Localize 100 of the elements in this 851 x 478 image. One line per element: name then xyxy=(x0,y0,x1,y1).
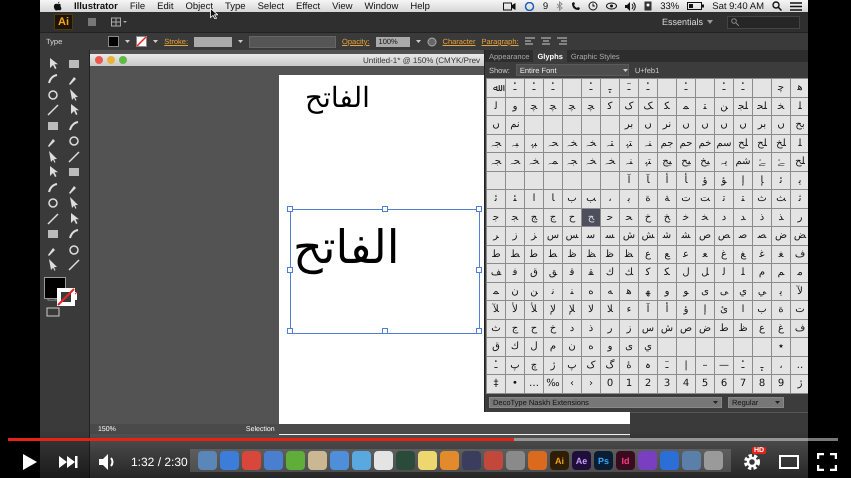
glyph-cell[interactable]: ـٔ xyxy=(734,79,752,96)
app-icon[interactable] xyxy=(308,451,327,470)
line-tool-icon[interactable] xyxy=(46,212,60,226)
glyph-cell[interactable]: ﻠﺦ xyxy=(772,134,790,152)
glyph-cell[interactable] xyxy=(791,338,808,356)
glyph-cell[interactable]: ﺹ xyxy=(696,227,714,244)
glyph-cell[interactable]: ﺺ xyxy=(715,227,733,244)
glyph-cell[interactable]: ﮑ xyxy=(658,98,676,115)
glyph-cell[interactable]: ﺶ xyxy=(639,227,657,244)
glyph-cell[interactable]: د xyxy=(563,320,581,337)
glyph-cell[interactable]: ﻧﺮ xyxy=(658,116,676,134)
glyph-cell[interactable]: ﭼ xyxy=(772,79,790,96)
app-icon[interactable] xyxy=(704,451,723,470)
glyph-cell[interactable]: ؤ xyxy=(677,301,695,318)
glyph-cell[interactable]: ﻟ xyxy=(487,98,505,115)
glyph-cell[interactable]: ﻱ xyxy=(734,282,752,300)
glyph-cell[interactable]: ﺥ xyxy=(639,208,657,226)
glyph-cell[interactable]: ﺚ xyxy=(772,190,790,208)
brush-tool-icon[interactable] xyxy=(46,180,60,195)
glyph-cell[interactable]: ـٔ xyxy=(525,79,543,96)
glyph-cell[interactable]: ـٔ xyxy=(639,79,657,96)
glyph-cell[interactable]: ﺨ xyxy=(696,208,714,226)
glyph-cell[interactable]: ﺌ xyxy=(506,190,524,208)
selection-handle[interactable] xyxy=(476,328,482,334)
glyph-cell[interactable]: | xyxy=(677,356,695,374)
glyph-cell[interactable]: 7 xyxy=(734,375,752,392)
selection-handle[interactable] xyxy=(382,206,388,212)
glyph-cell[interactable]: ک xyxy=(582,356,600,374)
glyph-cell[interactable]: ژ xyxy=(791,375,808,392)
glyph-cell[interactable]: ﺧ xyxy=(677,208,695,226)
glyph-cell[interactable]: ﺘﮩ xyxy=(639,153,657,170)
glyph-cell[interactable]: ﺍ xyxy=(525,190,543,208)
glyph-cell[interactable]: ﺠﮧ xyxy=(487,153,505,170)
glyph-cell[interactable]: ﻰ xyxy=(715,282,733,300)
glyph-cell[interactable]: ﺑﺮ xyxy=(753,116,771,134)
ellipse-tool-icon[interactable] xyxy=(67,134,81,148)
glyph-cell[interactable]: ﺣ xyxy=(601,208,619,226)
glyph-cell[interactable]: ت xyxy=(791,301,808,318)
glyph-cell[interactable]: ﺋ xyxy=(772,172,790,189)
glyph-cell[interactable]: ۀ xyxy=(620,356,638,374)
glyph-cell[interactable]: ﺳ xyxy=(582,227,600,244)
app-icon[interactable] xyxy=(286,451,305,470)
glyph-cell[interactable]: ـٔ xyxy=(544,79,562,96)
glyph-cell[interactable]: ﻍ xyxy=(715,246,733,263)
glyph-cell[interactable]: 3 xyxy=(658,375,676,392)
selection-handle[interactable] xyxy=(287,267,293,273)
glyph-cell[interactable]: ﺤﮧ xyxy=(506,153,524,170)
glyph-cell[interactable]: ﻠﺢ xyxy=(734,134,752,152)
glyph-cell[interactable]: ﻞ xyxy=(696,264,714,282)
glyph-cell[interactable]: ﻯ xyxy=(696,282,714,300)
glyph-cell[interactable]: ر xyxy=(601,320,619,337)
glyph-cell[interactable]: ، xyxy=(601,190,619,208)
workspace-switcher[interactable]: Essentials xyxy=(662,17,703,27)
glyph-cell[interactable]: ﺅ xyxy=(696,172,714,189)
glyph-cell[interactable]: ه xyxy=(582,338,600,356)
glyph-cell[interactable]: ﻂ xyxy=(506,246,524,263)
glyph-cell[interactable]: ـٔ xyxy=(506,79,524,96)
glyph-cell[interactable]: ﺭ xyxy=(791,208,808,226)
glyph-cell[interactable]: ﭽ xyxy=(544,98,562,115)
direct-selection-tool-icon[interactable] xyxy=(46,258,60,272)
glyph-cell[interactable]: ﺨﮧ xyxy=(563,134,581,152)
glyph-cell[interactable]: ﺢ xyxy=(582,208,600,226)
glyph-cell[interactable]: ق xyxy=(487,338,505,356)
glyph-cell[interactable]: ء xyxy=(620,301,638,318)
glyph-cell[interactable]: ﻦ xyxy=(525,282,543,300)
menu-clock[interactable]: Sat 9:40 AM xyxy=(712,0,764,12)
glyph-cell[interactable]: ﻫ xyxy=(620,282,638,300)
glyph-cell[interactable]: ـٕ xyxy=(601,79,619,96)
glyph-cell[interactable]: ﻜ xyxy=(658,264,676,282)
glyph-cell[interactable]: ﻷ xyxy=(506,301,524,318)
glyph-cell[interactable]: ﺑ xyxy=(620,190,638,208)
glyph-cell[interactable] xyxy=(753,338,771,356)
glyph-cell[interactable]: ﺨﮧ xyxy=(582,134,600,152)
app-icon[interactable]: Ai xyxy=(550,451,569,470)
glyph-cell[interactable]: ﺷﻢ xyxy=(734,153,752,170)
glyph-cell[interactable]: ﻓ xyxy=(506,264,524,282)
glyph-cell[interactable] xyxy=(658,79,676,96)
glyph-cell[interactable]: ﻇ xyxy=(601,246,619,263)
glyph-cell[interactable]: ﺇ xyxy=(734,172,752,189)
glyph-cell[interactable]: چ xyxy=(525,356,543,374)
glyph-cell[interactable]: ﺏ xyxy=(563,190,581,208)
glyph-cell[interactable]: ﺁ xyxy=(620,172,638,189)
glyph-cell[interactable]: ﺕ xyxy=(677,190,695,208)
glyph-cell[interactable]: ﻃ xyxy=(525,246,543,263)
glyph-cell[interactable]: ـٔ xyxy=(487,356,505,374)
glyph-cell[interactable]: ٭ xyxy=(772,338,790,356)
menu-item[interactable]: Window xyxy=(364,0,398,12)
glyph-cell[interactable]: ﺳﻢ xyxy=(715,134,733,152)
glyph-cell[interactable]: ﺴ xyxy=(601,227,619,244)
glyph-cell[interactable]: ﺔ xyxy=(658,190,676,208)
glyph-cell[interactable]: ﺱ xyxy=(544,227,562,244)
glyph-cell[interactable]: ﻌ xyxy=(696,246,714,263)
glyph-cell[interactable] xyxy=(601,172,619,189)
glyph-cell[interactable]: ﻢ xyxy=(772,264,790,282)
glyph-cell[interactable]: ﺨﮧ xyxy=(601,153,619,170)
glyph-cell[interactable]: ﻦ xyxy=(715,98,733,115)
glyph-cell[interactable]: ں xyxy=(677,116,695,134)
line-tool-icon[interactable] xyxy=(67,258,81,272)
selection-handle[interactable] xyxy=(287,328,293,334)
glyph-cell[interactable]: ﻠﺠ xyxy=(734,98,752,115)
